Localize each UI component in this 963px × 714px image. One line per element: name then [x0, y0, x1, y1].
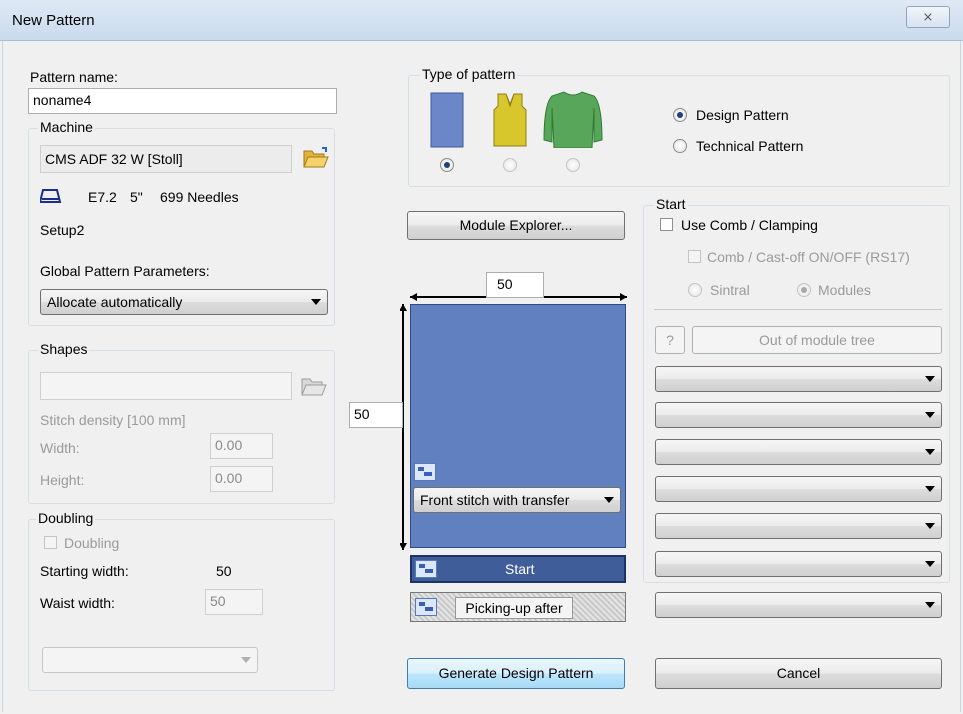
close-button[interactable]: ⨯	[906, 6, 950, 28]
open-folder-icon[interactable]	[300, 145, 330, 171]
chevron-down-icon	[311, 299, 321, 305]
start-module-select-6[interactable]	[655, 551, 942, 577]
type-of-pattern-group	[408, 75, 950, 187]
close-icon: ⨯	[922, 9, 934, 24]
chevron-down-icon	[925, 602, 935, 608]
starting-width-label: Starting width:	[40, 563, 129, 579]
technical-pattern-radio[interactable]	[673, 139, 687, 153]
canvas-width-input[interactable]: 50	[486, 272, 544, 298]
machine-gauge: E7.2	[88, 189, 117, 205]
start-module-select-7[interactable]	[655, 592, 942, 618]
shape-width-input[interactable]: 0.00	[210, 433, 273, 459]
machine-group-label: Machine	[38, 119, 95, 135]
start-divider	[654, 309, 942, 310]
global-params-value: Allocate automatically	[47, 294, 183, 310]
chevron-down-icon	[241, 657, 251, 663]
start-module-select-3[interactable]	[655, 439, 942, 465]
help-button[interactable]: ?	[655, 326, 685, 354]
doubling-checkbox-label: Doubling	[64, 535, 120, 551]
global-params-label: Global Pattern Parameters:	[40, 263, 210, 279]
rectangle-pattern-radio[interactable]	[440, 158, 454, 172]
title-bar: New Pattern ⨯	[0, 0, 963, 41]
comb-castoff-label: Comb / Cast-off ON/OFF (RS17)	[707, 249, 910, 265]
sintral-radio[interactable]	[688, 283, 702, 297]
modules-radio[interactable]	[797, 283, 811, 297]
start-bar-label: Start	[505, 561, 535, 577]
rectangle-pattern-icon[interactable]	[430, 92, 464, 148]
machine-width: 5"	[130, 189, 143, 205]
start-module-select-1[interactable]	[655, 366, 942, 392]
doubling-group-label: Doubling	[36, 510, 96, 526]
generate-design-pattern-button[interactable]: Generate Design Pattern	[407, 658, 625, 689]
doubling-checkbox[interactable]	[44, 536, 57, 549]
stitch-select[interactable]: Front stitch with transfer	[413, 487, 621, 513]
picking-up-label: Picking-up after	[455, 597, 573, 619]
module-icon[interactable]	[415, 598, 437, 616]
machine-setup: Setup2	[40, 222, 85, 238]
module-icon[interactable]	[414, 463, 436, 481]
module-icon[interactable]	[415, 560, 437, 578]
start-module-select-4[interactable]	[655, 476, 942, 502]
modules-label: Modules	[818, 282, 871, 298]
design-pattern-radio[interactable]	[673, 108, 687, 122]
pullover-pattern-icon[interactable]	[542, 90, 604, 149]
machine-icon	[38, 187, 62, 205]
chevron-down-icon	[925, 412, 935, 418]
vest-pattern-radio[interactable]	[503, 158, 517, 172]
technical-pattern-label: Technical Pattern	[696, 138, 804, 154]
type-of-pattern-label: Type of pattern	[420, 66, 518, 82]
machine-needles: 699 Needles	[160, 189, 239, 205]
vest-pattern-icon[interactable]	[492, 92, 528, 148]
start-module-select-2[interactable]	[655, 402, 942, 428]
chevron-down-icon	[925, 561, 935, 567]
shape-width-label: Width:	[40, 440, 80, 456]
chevron-down-icon	[925, 449, 935, 455]
doubling-select[interactable]	[42, 647, 258, 673]
comb-castoff-checkbox[interactable]	[688, 250, 701, 263]
out-of-module-tree-button[interactable]: Out of module tree	[692, 326, 942, 354]
design-pattern-label: Design Pattern	[696, 107, 789, 123]
shapes-field[interactable]	[40, 372, 292, 400]
stitch-density-label: Stitch density [100 mm]	[40, 412, 186, 428]
canvas-height-input[interactable]: 50	[349, 402, 403, 428]
use-comb-checkbox[interactable]	[660, 218, 673, 231]
shapes-open-icon[interactable]	[298, 372, 328, 400]
machine-name-field[interactable]: CMS ADF 32 W [Stoll]	[40, 145, 292, 173]
waist-width-input[interactable]: 50	[205, 589, 263, 615]
module-explorer-button[interactable]: Module Explorer...	[407, 211, 625, 240]
shapes-group-label: Shapes	[38, 341, 90, 357]
chevron-down-icon	[604, 497, 614, 503]
window-title: New Pattern	[12, 12, 95, 29]
pattern-name-input[interactable]: noname4	[28, 88, 337, 114]
starting-width-value: 50	[216, 563, 232, 579]
shape-height-input[interactable]: 0.00	[210, 466, 273, 492]
stitch-select-value: Front stitch with transfer	[420, 492, 570, 508]
cancel-button[interactable]: Cancel	[655, 658, 942, 689]
start-group-label: Start	[654, 196, 688, 212]
start-module-select-5[interactable]	[655, 513, 942, 539]
chevron-down-icon	[925, 376, 935, 382]
sintral-label: Sintral	[710, 282, 750, 298]
chevron-down-icon	[925, 523, 935, 529]
pattern-name-label: Pattern name:	[30, 69, 118, 85]
use-comb-label: Use Comb / Clamping	[681, 217, 818, 233]
waist-width-label: Waist width:	[40, 595, 115, 611]
shape-height-label: Height:	[40, 472, 85, 488]
global-params-select[interactable]: Allocate automatically	[40, 289, 328, 315]
pullover-pattern-radio[interactable]	[566, 158, 580, 172]
chevron-down-icon	[925, 486, 935, 492]
